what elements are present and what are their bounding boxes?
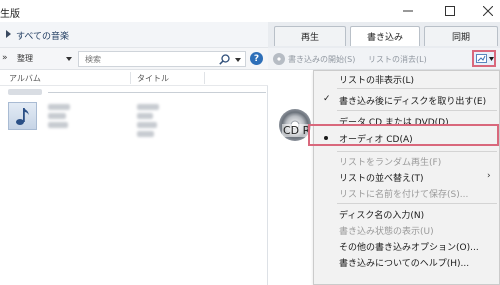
close-icon: [483, 6, 493, 16]
music-note-icon: [15, 108, 29, 125]
group-label-blurred: [8, 89, 42, 95]
tab-play-label: 再生: [300, 33, 319, 43]
close-button[interactable]: [470, 0, 500, 22]
menu-item-label: リストに名前を付けて保存(S)...: [339, 190, 469, 200]
menu-item-label: 書き込みについてのヘルプ(H)...: [339, 259, 470, 269]
radio-bullet-icon: [324, 136, 328, 140]
album-genre-blurred: [48, 122, 68, 128]
maximize-icon: [445, 6, 455, 16]
group-divider: [48, 92, 266, 93]
menu-item-label: オーディオ CD(A): [339, 135, 413, 145]
track-title-blurred[interactable]: [137, 104, 159, 110]
menu-item-burn-help[interactable]: 書き込みについてのヘルプ(H)...: [314, 255, 499, 269]
column-divider[interactable]: [204, 72, 205, 84]
menu-item-label: データ CD または DVD(D): [339, 118, 449, 128]
burn-options-button[interactable]: [472, 50, 496, 67]
menu-item-hide-list[interactable]: リストの非表示(L): [314, 72, 499, 86]
menu-item-label: リストをランダム再生(F): [339, 158, 442, 168]
menu-item-data-cd-dvd[interactable]: データ CD または DVD(D): [314, 114, 499, 128]
menu-item-audio-cd[interactable]: オーディオ CD(A): [314, 131, 499, 145]
title-bar: 生版: [0, 0, 500, 22]
burn-options-menu: リストの非表示(L) ✓ 書き込み後にディスクを取り出す(E) データ CD ま…: [313, 70, 500, 285]
window-title: 生版: [0, 9, 20, 20]
menu-item-enter-disc-name[interactable]: ディスク名の入力(N): [314, 207, 499, 221]
album-artist-blurred: [48, 113, 66, 119]
navigation-bar: すべての音楽: [0, 22, 268, 48]
menu-item-show-burn-status: 書き込み状態の表示(U): [314, 223, 499, 237]
disc-type-label: CD R: [282, 124, 312, 137]
help-icon[interactable]: ?: [250, 52, 263, 65]
start-burn-button[interactable]: 書き込みの開始(S): [288, 54, 355, 65]
column-header: アルバム タイトル: [0, 70, 268, 86]
album-name-blurred: [48, 104, 70, 110]
organize-dropdown-icon[interactable]: [66, 57, 72, 61]
column-title[interactable]: タイトル: [137, 73, 169, 84]
search-input[interactable]: [85, 53, 215, 65]
tab-burn-label: 書き込み: [366, 33, 403, 43]
clear-list-button[interactable]: リストの消去(L): [368, 54, 427, 65]
menu-item-label: 書き込み後にディスクを取り出す(E): [339, 97, 487, 107]
menu-item-label: ディスク名の入力(N): [339, 211, 425, 221]
library-toolbar: » 整理 ?: [0, 48, 268, 70]
tab-sync[interactable]: 同期: [424, 26, 498, 46]
album-group-header: [8, 89, 266, 96]
search-box[interactable]: [78, 51, 246, 67]
menu-item-more-burn-options[interactable]: その他の書き込みオプション(O)...: [314, 239, 499, 253]
checkmark-icon: ✓: [323, 94, 331, 104]
breadcrumb-all-music[interactable]: すべての音楽: [16, 29, 69, 42]
menu-item-eject-after-burn[interactable]: ✓ 書き込み後にディスクを取り出す(E): [314, 93, 499, 107]
menu-separator: [337, 110, 497, 111]
library-list: [0, 86, 268, 285]
menu-item-shuffle-list: リストをランダム再生(F): [314, 154, 499, 168]
column-album[interactable]: アルバム: [9, 73, 41, 84]
organize-button[interactable]: 整理: [17, 53, 33, 64]
column-divider[interactable]: [130, 72, 131, 84]
track-title-blurred[interactable]: [137, 122, 157, 128]
track-title-blurred[interactable]: [137, 113, 153, 119]
menu-item-label: リストの並べ替え(T): [339, 174, 424, 184]
burn-options-icon: [476, 54, 487, 63]
tab-sync-label: 同期: [451, 33, 470, 43]
chevron-down-icon: [489, 57, 494, 61]
burn-disc-icon: [273, 53, 285, 65]
album-art[interactable]: [8, 102, 37, 130]
menu-item-save-list-as: リストに名前を付けて保存(S)...: [314, 186, 499, 200]
minimize-button[interactable]: [390, 0, 426, 22]
menu-item-sort-list[interactable]: リストの並べ替え(T) ›: [314, 170, 499, 184]
chevron-right-icon: [6, 30, 11, 38]
burn-toolbar: 書き込みの開始(S) リストの消去(L): [268, 48, 500, 70]
search-dropdown-icon[interactable]: [235, 58, 241, 62]
track-title-blurred[interactable]: [137, 131, 154, 137]
tab-play[interactable]: 再生: [274, 26, 346, 46]
menu-item-label: リストの非表示(L): [339, 76, 415, 86]
submenu-arrow-icon: ›: [487, 171, 491, 181]
menu-separator: [337, 88, 497, 89]
menu-item-label: その他の書き込みオプション(O)...: [339, 243, 479, 253]
menu-separator: [337, 151, 497, 152]
tab-burn[interactable]: 書き込み: [350, 26, 420, 46]
maximize-button[interactable]: [432, 0, 468, 22]
tabs-bar: 再生 書き込み 同期: [268, 22, 500, 48]
overflow-chevron-icon[interactable]: »: [2, 53, 7, 63]
menu-separator: [337, 203, 497, 204]
minimize-icon: [403, 10, 413, 12]
menu-item-label: 書き込み状態の表示(U): [339, 227, 434, 237]
search-icon[interactable]: [219, 54, 230, 65]
